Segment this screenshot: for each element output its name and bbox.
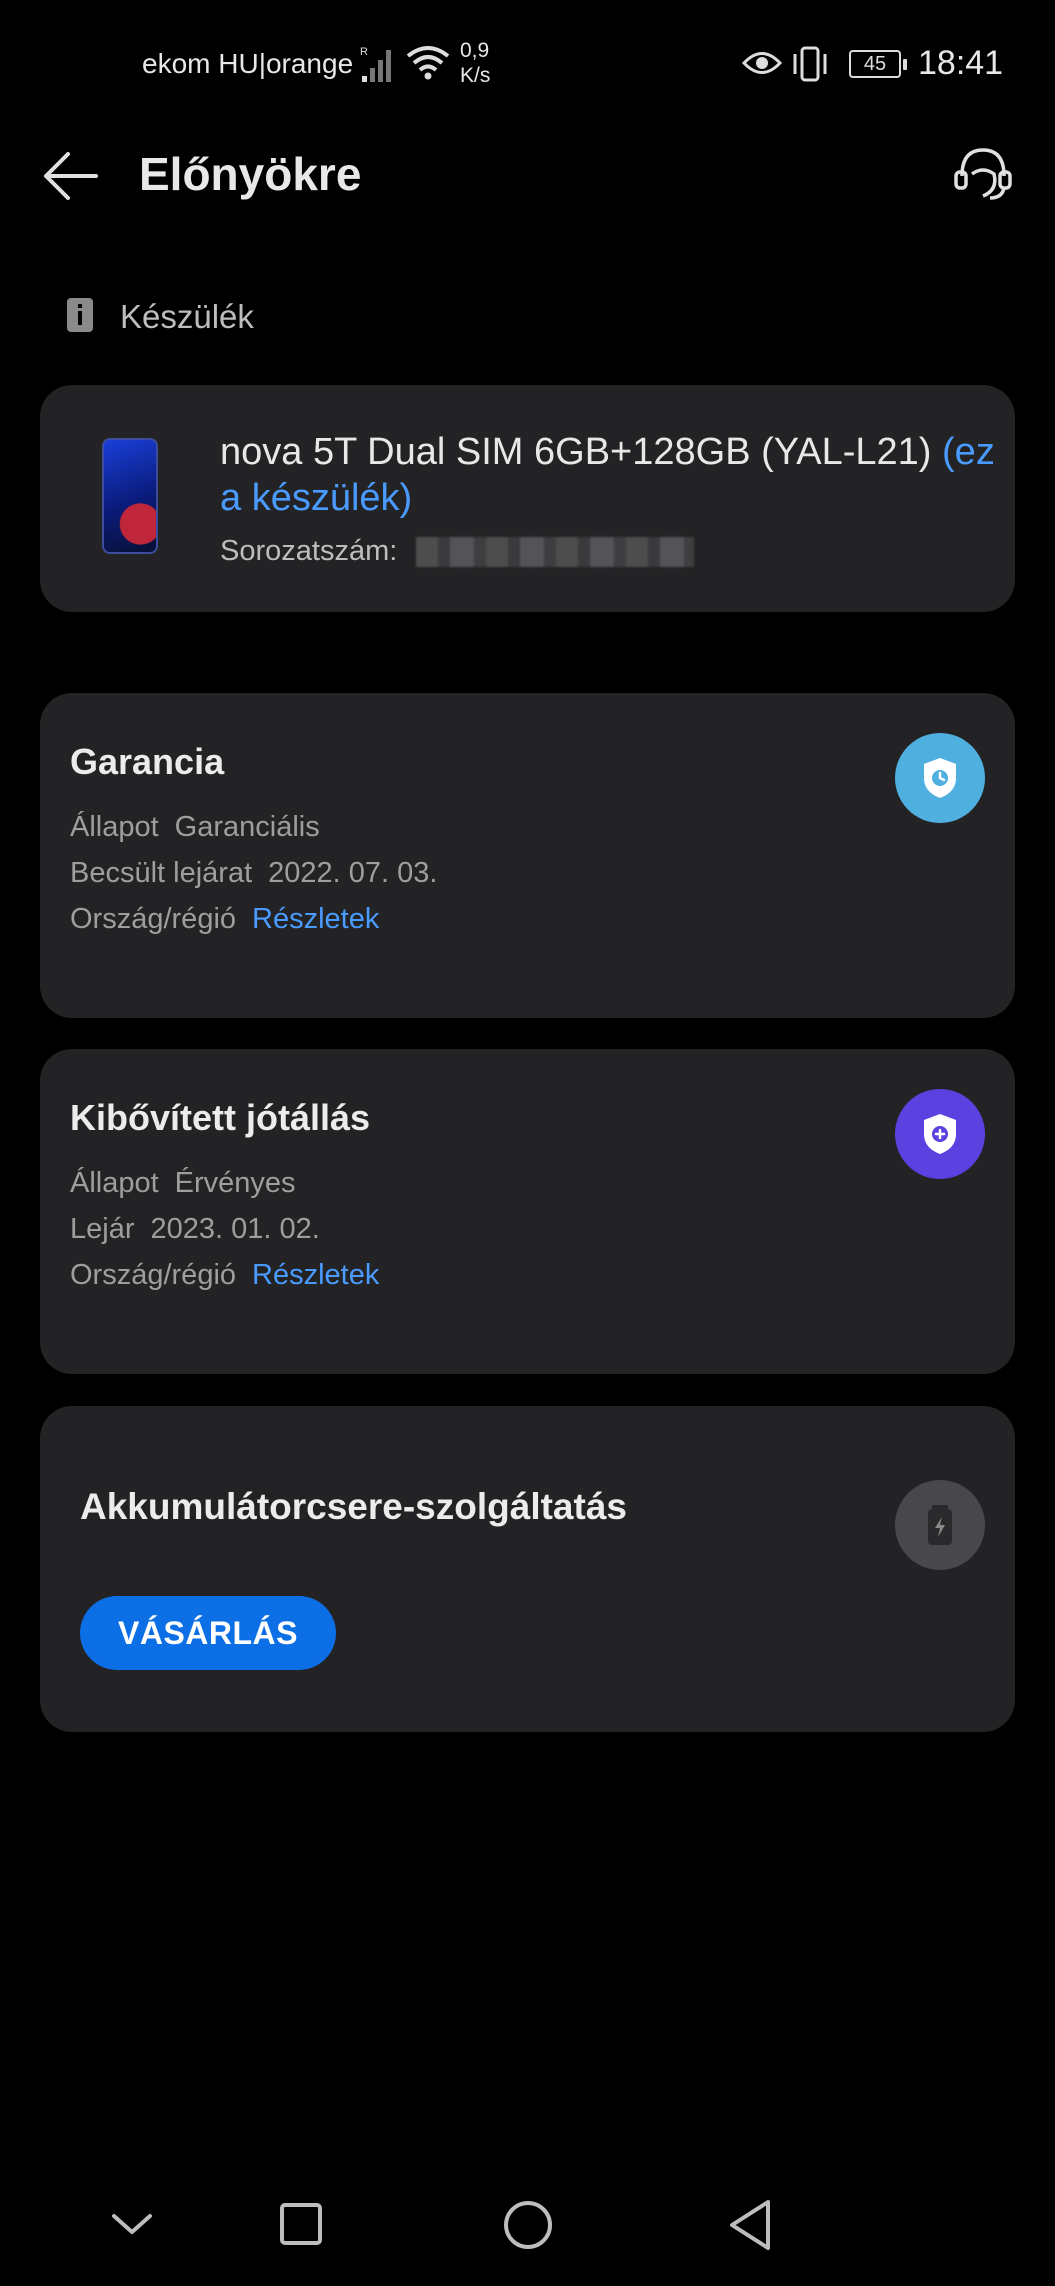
signal-icon: R: [360, 46, 391, 82]
page-title: Előnyökre: [139, 148, 362, 200]
wifi-icon: [406, 46, 450, 80]
details-link[interactable]: Részletek: [252, 903, 379, 935]
speed-unit: K/s: [460, 64, 491, 87]
home-icon[interactable]: [502, 2199, 554, 2251]
network-speed: 0,9 K/s: [460, 38, 490, 88]
back-arrow-icon[interactable]: [40, 148, 100, 204]
device-image: [102, 438, 158, 554]
region-label: Ország/régió: [70, 1259, 237, 1291]
status-value: Garanciális: [174, 811, 320, 843]
warranty-status-row: Állapot Garanciális: [70, 811, 320, 844]
status-label: Állapot: [70, 811, 159, 843]
battery-service-card[interactable]: Akkumulátorcsere-szolgáltatás VÁSÁRLÁS: [40, 1406, 1015, 1732]
extended-region-row: Ország/régió Részletek: [70, 1259, 379, 1292]
region-label: Ország/régió: [70, 903, 237, 935]
device-card[interactable]: nova 5T Dual SIM 6GB+128GB (YAL-L21) (ez…: [40, 385, 1015, 612]
info-icon: [67, 298, 93, 332]
status-label: Állapot: [70, 1167, 159, 1199]
eye-comfort-icon: [742, 52, 782, 74]
battery-icon: [895, 1480, 985, 1570]
details-link[interactable]: Részletek: [252, 1259, 379, 1291]
section-label: Készülék: [120, 298, 254, 335]
warranty-region-row: Ország/régió Részletek: [70, 903, 379, 936]
vibrate-icon: [793, 46, 827, 82]
expiry-label: Becsült lejárat: [70, 857, 253, 889]
extended-shield-plus-icon: [895, 1089, 985, 1179]
battery-icon: 45: [849, 50, 907, 78]
serial-number-redacted: [416, 537, 694, 567]
roaming-tag: R: [360, 46, 368, 58]
warranty-card[interactable]: Garancia Állapot Garanciális Becsült lejá…: [40, 693, 1015, 1018]
warranty-shield-clock-icon: [895, 733, 985, 823]
customer-support-icon[interactable]: [952, 146, 1014, 202]
expiry-label: Lejár: [70, 1213, 135, 1245]
extended-status-row: Állapot Érvényes: [70, 1167, 296, 1200]
carrier-name: ekom HU|orange: [142, 48, 354, 79]
status-value: Érvényes: [174, 1167, 296, 1199]
serial-label: Sorozatszám:: [220, 535, 398, 567]
warranty-expiry-row: Becsült lejárat 2022. 07. 03.: [70, 857, 437, 890]
extended-warranty-card[interactable]: Kibővített jótállás Állapot Érvényes Lejá…: [40, 1049, 1015, 1374]
clock: 18:41: [918, 44, 1004, 82]
expiry-value: 2022. 07. 03.: [268, 857, 438, 889]
battery-service-title: Akkumulátorcsere-szolgáltatás: [80, 1486, 627, 1527]
nav-back-icon[interactable]: [726, 2198, 774, 2252]
extended-expiry-row: Lejár 2023. 01. 02.: [70, 1213, 320, 1246]
speed-value: 0,9: [460, 39, 490, 62]
device-name: nova 5T Dual SIM 6GB+128GB (YAL-L21) (ez…: [220, 429, 1010, 521]
buy-button[interactable]: VÁSÁRLÁS: [80, 1596, 336, 1670]
warranty-title: Garancia: [70, 741, 225, 782]
expiry-value: 2023. 01. 02.: [150, 1213, 320, 1245]
extended-title: Kibővített jótállás: [70, 1097, 371, 1138]
hide-navbar-icon[interactable]: [110, 2202, 154, 2246]
status-bar: ekom HU|orange R 0,9 K/s 45 18:41: [0, 0, 1055, 130]
device-model: nova 5T Dual SIM 6GB+128GB (YAL-L21): [220, 431, 932, 473]
recents-icon[interactable]: [279, 2202, 323, 2246]
